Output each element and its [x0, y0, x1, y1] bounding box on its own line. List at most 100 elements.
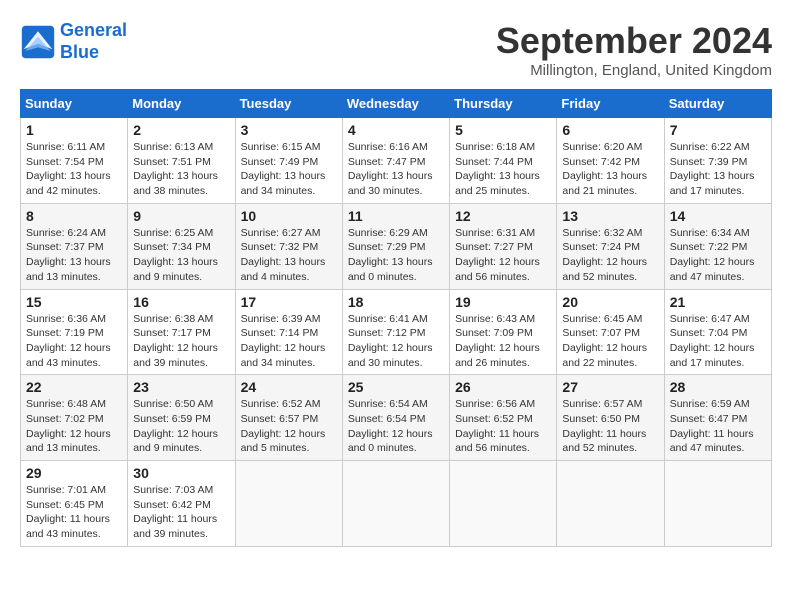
day-number-22: 22	[26, 379, 122, 395]
calendar-day-23: 23 Sunrise: 6:50 AMSunset: 6:59 PMDaylig…	[128, 375, 235, 461]
day-number-28: 28	[670, 379, 766, 395]
calendar-day-14: 14 Sunrise: 6:34 AMSunset: 7:22 PMDaylig…	[664, 203, 771, 289]
day-info-14: Sunrise: 6:34 AMSunset: 7:22 PMDaylight:…	[670, 226, 766, 285]
day-number-5: 5	[455, 122, 551, 138]
calendar-day-17: 17 Sunrise: 6:39 AMSunset: 7:14 PMDaylig…	[235, 289, 342, 375]
calendar-day-6: 6 Sunrise: 6:20 AMSunset: 7:42 PMDayligh…	[557, 118, 664, 204]
day-number-2: 2	[133, 122, 229, 138]
day-info-6: Sunrise: 6:20 AMSunset: 7:42 PMDaylight:…	[562, 140, 658, 199]
day-info-28: Sunrise: 6:59 AMSunset: 6:47 PMDaylight:…	[670, 397, 766, 456]
col-monday: Monday	[128, 90, 235, 118]
calendar-row-4: 29 Sunrise: 7:01 AMSunset: 6:45 PMDaylig…	[21, 461, 772, 547]
calendar-day-20: 20 Sunrise: 6:45 AMSunset: 7:07 PMDaylig…	[557, 289, 664, 375]
day-number-10: 10	[241, 208, 337, 224]
empty-cell	[664, 461, 771, 547]
day-number-21: 21	[670, 294, 766, 310]
day-info-17: Sunrise: 6:39 AMSunset: 7:14 PMDaylight:…	[241, 312, 337, 371]
col-wednesday: Wednesday	[342, 90, 449, 118]
day-info-18: Sunrise: 6:41 AMSunset: 7:12 PMDaylight:…	[348, 312, 444, 371]
day-info-25: Sunrise: 6:54 AMSunset: 6:54 PMDaylight:…	[348, 397, 444, 456]
calendar-day-7: 7 Sunrise: 6:22 AMSunset: 7:39 PMDayligh…	[664, 118, 771, 204]
day-info-20: Sunrise: 6:45 AMSunset: 7:07 PMDaylight:…	[562, 312, 658, 371]
calendar-day-22: 22 Sunrise: 6:48 AMSunset: 7:02 PMDaylig…	[21, 375, 128, 461]
day-number-18: 18	[348, 294, 444, 310]
day-number-27: 27	[562, 379, 658, 395]
calendar-day-2: 2 Sunrise: 6:13 AMSunset: 7:51 PMDayligh…	[128, 118, 235, 204]
day-info-23: Sunrise: 6:50 AMSunset: 6:59 PMDaylight:…	[133, 397, 229, 456]
calendar-header-row: Sunday Monday Tuesday Wednesday Thursday…	[21, 90, 772, 118]
col-saturday: Saturday	[664, 90, 771, 118]
day-number-8: 8	[26, 208, 122, 224]
calendar-day-12: 12 Sunrise: 6:31 AMSunset: 7:27 PMDaylig…	[450, 203, 557, 289]
day-info-19: Sunrise: 6:43 AMSunset: 7:09 PMDaylight:…	[455, 312, 551, 371]
day-info-8: Sunrise: 6:24 AMSunset: 7:37 PMDaylight:…	[26, 226, 122, 285]
day-number-17: 17	[241, 294, 337, 310]
calendar-day-26: 26 Sunrise: 6:56 AMSunset: 6:52 PMDaylig…	[450, 375, 557, 461]
calendar-day-21: 21 Sunrise: 6:47 AMSunset: 7:04 PMDaylig…	[664, 289, 771, 375]
day-number-26: 26	[455, 379, 551, 395]
day-info-5: Sunrise: 6:18 AMSunset: 7:44 PMDaylight:…	[455, 140, 551, 199]
empty-cell	[342, 461, 449, 547]
day-info-4: Sunrise: 6:16 AMSunset: 7:47 PMDaylight:…	[348, 140, 444, 199]
day-number-6: 6	[562, 122, 658, 138]
day-number-12: 12	[455, 208, 551, 224]
day-number-25: 25	[348, 379, 444, 395]
day-number-16: 16	[133, 294, 229, 310]
calendar-day-16: 16 Sunrise: 6:38 AMSunset: 7:17 PMDaylig…	[128, 289, 235, 375]
empty-cell	[235, 461, 342, 547]
col-friday: Friday	[557, 90, 664, 118]
calendar-day-30: 30 Sunrise: 7:03 AMSunset: 6:42 PMDaylig…	[128, 461, 235, 547]
day-number-20: 20	[562, 294, 658, 310]
day-info-11: Sunrise: 6:29 AMSunset: 7:29 PMDaylight:…	[348, 226, 444, 285]
day-info-27: Sunrise: 6:57 AMSunset: 6:50 PMDaylight:…	[562, 397, 658, 456]
page-header: General Blue September 2024 Millington, …	[20, 20, 772, 79]
day-number-3: 3	[241, 122, 337, 138]
calendar-day-18: 18 Sunrise: 6:41 AMSunset: 7:12 PMDaylig…	[342, 289, 449, 375]
logo-icon	[20, 24, 56, 60]
calendar-day-9: 9 Sunrise: 6:25 AMSunset: 7:34 PMDayligh…	[128, 203, 235, 289]
day-info-24: Sunrise: 6:52 AMSunset: 6:57 PMDaylight:…	[241, 397, 337, 456]
logo: General Blue	[20, 20, 127, 63]
day-info-9: Sunrise: 6:25 AMSunset: 7:34 PMDaylight:…	[133, 226, 229, 285]
location: Millington, England, United Kingdom	[496, 62, 772, 79]
day-number-11: 11	[348, 208, 444, 224]
day-number-4: 4	[348, 122, 444, 138]
col-thursday: Thursday	[450, 90, 557, 118]
calendar-day-8: 8 Sunrise: 6:24 AMSunset: 7:37 PMDayligh…	[21, 203, 128, 289]
day-number-29: 29	[26, 465, 122, 481]
day-number-13: 13	[562, 208, 658, 224]
day-number-24: 24	[241, 379, 337, 395]
logo-text: General Blue	[60, 20, 127, 63]
day-info-12: Sunrise: 6:31 AMSunset: 7:27 PMDaylight:…	[455, 226, 551, 285]
calendar-day-11: 11 Sunrise: 6:29 AMSunset: 7:29 PMDaylig…	[342, 203, 449, 289]
day-number-30: 30	[133, 465, 229, 481]
calendar-day-24: 24 Sunrise: 6:52 AMSunset: 6:57 PMDaylig…	[235, 375, 342, 461]
calendar-day-13: 13 Sunrise: 6:32 AMSunset: 7:24 PMDaylig…	[557, 203, 664, 289]
day-number-19: 19	[455, 294, 551, 310]
month-title: September 2024	[496, 20, 772, 62]
day-info-22: Sunrise: 6:48 AMSunset: 7:02 PMDaylight:…	[26, 397, 122, 456]
calendar-row-2: 15 Sunrise: 6:36 AMSunset: 7:19 PMDaylig…	[21, 289, 772, 375]
calendar-row-0: 1 Sunrise: 6:11 AMSunset: 7:54 PMDayligh…	[21, 118, 772, 204]
calendar-day-28: 28 Sunrise: 6:59 AMSunset: 6:47 PMDaylig…	[664, 375, 771, 461]
day-info-3: Sunrise: 6:15 AMSunset: 7:49 PMDaylight:…	[241, 140, 337, 199]
calendar-day-5: 5 Sunrise: 6:18 AMSunset: 7:44 PMDayligh…	[450, 118, 557, 204]
col-tuesday: Tuesday	[235, 90, 342, 118]
calendar-table: Sunday Monday Tuesday Wednesday Thursday…	[20, 89, 772, 547]
calendar-row-1: 8 Sunrise: 6:24 AMSunset: 7:37 PMDayligh…	[21, 203, 772, 289]
day-number-14: 14	[670, 208, 766, 224]
day-number-23: 23	[133, 379, 229, 395]
day-info-7: Sunrise: 6:22 AMSunset: 7:39 PMDaylight:…	[670, 140, 766, 199]
calendar-row-3: 22 Sunrise: 6:48 AMSunset: 7:02 PMDaylig…	[21, 375, 772, 461]
day-number-9: 9	[133, 208, 229, 224]
day-info-15: Sunrise: 6:36 AMSunset: 7:19 PMDaylight:…	[26, 312, 122, 371]
logo-line1: General	[60, 20, 127, 40]
day-info-21: Sunrise: 6:47 AMSunset: 7:04 PMDaylight:…	[670, 312, 766, 371]
day-info-10: Sunrise: 6:27 AMSunset: 7:32 PMDaylight:…	[241, 226, 337, 285]
day-info-16: Sunrise: 6:38 AMSunset: 7:17 PMDaylight:…	[133, 312, 229, 371]
day-number-7: 7	[670, 122, 766, 138]
calendar-day-10: 10 Sunrise: 6:27 AMSunset: 7:32 PMDaylig…	[235, 203, 342, 289]
day-info-26: Sunrise: 6:56 AMSunset: 6:52 PMDaylight:…	[455, 397, 551, 456]
day-info-2: Sunrise: 6:13 AMSunset: 7:51 PMDaylight:…	[133, 140, 229, 199]
day-info-1: Sunrise: 6:11 AMSunset: 7:54 PMDaylight:…	[26, 140, 122, 199]
